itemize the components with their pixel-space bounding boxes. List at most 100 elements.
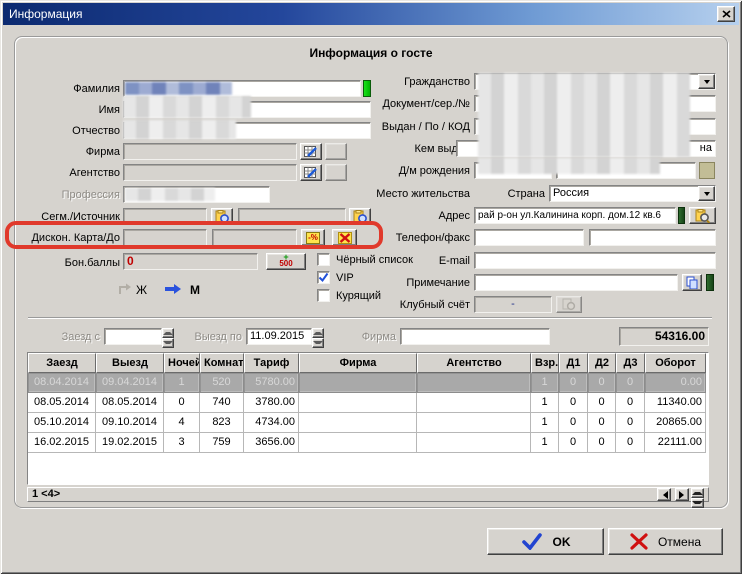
female-arrow-icon[interactable] — [118, 283, 132, 295]
ok-button[interactable]: OK — [487, 528, 604, 555]
bonus-add-button[interactable]: + 500 — [266, 253, 306, 270]
email-label: E-mail — [356, 255, 470, 268]
departure-to-input[interactable]: 11.09.2015 — [246, 328, 312, 345]
bonus-points-label: Бон.баллы — [22, 257, 120, 270]
address-input[interactable]: рай р-он ул.Калинина корп. дом.12 кв.6 — [474, 207, 676, 224]
profession-label: Профессия — [22, 189, 120, 202]
note-status-indicator[interactable] — [706, 274, 714, 291]
grid-column-header[interactable]: Заезд — [28, 353, 96, 373]
segment-input[interactable] — [123, 208, 207, 225]
phone-fax-label: Телефон/факс — [356, 232, 470, 245]
male-arrow-icon[interactable] — [165, 284, 181, 294]
table-row[interactable]: 08.05.201408.05.201407403780.00100011340… — [28, 393, 708, 413]
company-lookup-button[interactable] — [300, 143, 322, 160]
table-cell: 0 — [588, 413, 616, 433]
address-value: рай р-он ул.Калинина корп. дом.12 кв.6 — [478, 210, 661, 221]
title-bar[interactable]: Информация — [3, 3, 739, 25]
discount-card-input[interactable] — [123, 229, 207, 246]
grid-column-header[interactable]: Ночей — [164, 353, 200, 373]
table-row[interactable]: 05.10.201409.10.201448234734.00100020865… — [28, 413, 708, 433]
birth-indicator[interactable] — [699, 162, 715, 179]
discount-delete-button[interactable] — [332, 229, 357, 246]
grid-column-header[interactable]: Комната — [200, 353, 244, 373]
discount-card-label: Дискон. Карта/До — [22, 232, 120, 245]
spin-up-icon — [163, 329, 173, 335]
blacklist-checkbox[interactable] — [317, 253, 330, 266]
grid-column-header[interactable]: Д3 — [616, 353, 645, 373]
record-spinner[interactable] — [691, 488, 704, 501]
personal-data-redacted-block — [478, 73, 690, 157]
citizenship-label: Гражданство — [356, 76, 470, 89]
country-dropdown-button[interactable] — [698, 186, 715, 201]
source-input[interactable] — [238, 208, 346, 225]
agency-lookup-button[interactable] — [300, 164, 322, 181]
table-cell: 05.10.2014 — [28, 413, 96, 433]
chevron-down-icon — [704, 80, 710, 87]
profession-redacted-value — [125, 188, 215, 201]
bonus-points-input[interactable]: 0 — [123, 253, 258, 270]
table-cell: 0 — [164, 393, 200, 413]
table-cell — [299, 433, 417, 453]
search-db-icon — [215, 210, 230, 224]
phone-input[interactable] — [474, 229, 584, 246]
document-label: Документ/сер./№ — [356, 98, 470, 111]
vip-checkbox[interactable] — [317, 271, 330, 284]
note-label: Примечание — [356, 277, 470, 290]
grid-column-header[interactable]: Д1 — [559, 353, 588, 373]
table-cell: 1 — [531, 393, 559, 413]
grid-column-header[interactable]: Д2 — [588, 353, 616, 373]
table-cell — [299, 373, 417, 393]
country-combo[interactable]: Россия — [549, 185, 716, 202]
grid-header: ЗаездВыездНочейКомнатаТарифФирмаАгентств… — [28, 353, 708, 373]
grid-column-header[interactable]: Выезд — [96, 353, 164, 373]
scroll-left-button[interactable] — [657, 488, 671, 501]
ok-check-icon — [521, 533, 543, 550]
close-button[interactable] — [717, 6, 735, 22]
arrival-spinner[interactable] — [162, 328, 174, 345]
table-cell: 1 — [531, 433, 559, 453]
arrival-from-input[interactable] — [104, 328, 162, 345]
search-db-icon — [562, 298, 576, 311]
cancel-x-icon — [630, 533, 648, 550]
window-title: Информация — [9, 7, 82, 21]
grid-column-header[interactable]: Взр. — [531, 353, 559, 373]
citizenship-dropdown-button[interactable] — [698, 74, 715, 89]
company-input[interactable] — [123, 143, 297, 160]
segment-lookup-button[interactable] — [211, 208, 233, 225]
table-cell: 20865.00 — [645, 413, 706, 433]
table-cell: 1 — [531, 413, 559, 433]
agency-clear-button — [325, 164, 347, 181]
close-icon — [722, 10, 731, 18]
address-lookup-button[interactable] — [689, 207, 716, 224]
discount-until-input[interactable] — [212, 229, 297, 246]
grid-column-header[interactable]: Тариф — [244, 353, 299, 373]
table-cell: 1 — [531, 373, 559, 393]
note-copy-button[interactable] — [682, 274, 702, 291]
departure-to-label: Выезд по — [192, 331, 242, 344]
grid-column-header[interactable]: Фирма — [299, 353, 417, 373]
club-account-input[interactable]: - — [474, 296, 552, 313]
address-status-indicator[interactable] — [678, 207, 685, 224]
spin-down-icon — [692, 501, 703, 507]
cancel-button[interactable]: Отмена — [608, 528, 723, 555]
discount-percent-button[interactable]: -% — [301, 229, 325, 246]
departure-spinner[interactable] — [312, 328, 324, 345]
stay-history-grid[interactable]: ЗаездВыездНочейКомнатаТарифФирмаАгентств… — [27, 352, 709, 485]
email-input[interactable] — [474, 252, 716, 269]
spin-up-icon — [313, 329, 323, 335]
birth-data-redacted-block — [478, 158, 660, 174]
arrow-left-icon — [659, 491, 668, 499]
scroll-right-button[interactable] — [675, 488, 689, 501]
grid-column-header[interactable]: Агентство — [417, 353, 531, 373]
table-row[interactable]: 08.04.201409.04.201415205780.0010000.00 — [28, 373, 708, 393]
table-cell: 4 — [164, 413, 200, 433]
agency-input[interactable] — [123, 164, 297, 181]
name-redacted-value — [123, 96, 251, 118]
fax-input[interactable] — [589, 229, 716, 246]
grid-column-header[interactable]: Оборот — [645, 353, 706, 373]
table-row[interactable]: 16.02.201519.02.201537593656.00100022111… — [28, 433, 708, 453]
smoker-checkbox[interactable] — [317, 289, 330, 302]
note-input[interactable] — [474, 274, 678, 291]
source-lookup-button[interactable] — [349, 208, 371, 225]
period-company-input[interactable] — [400, 328, 550, 345]
